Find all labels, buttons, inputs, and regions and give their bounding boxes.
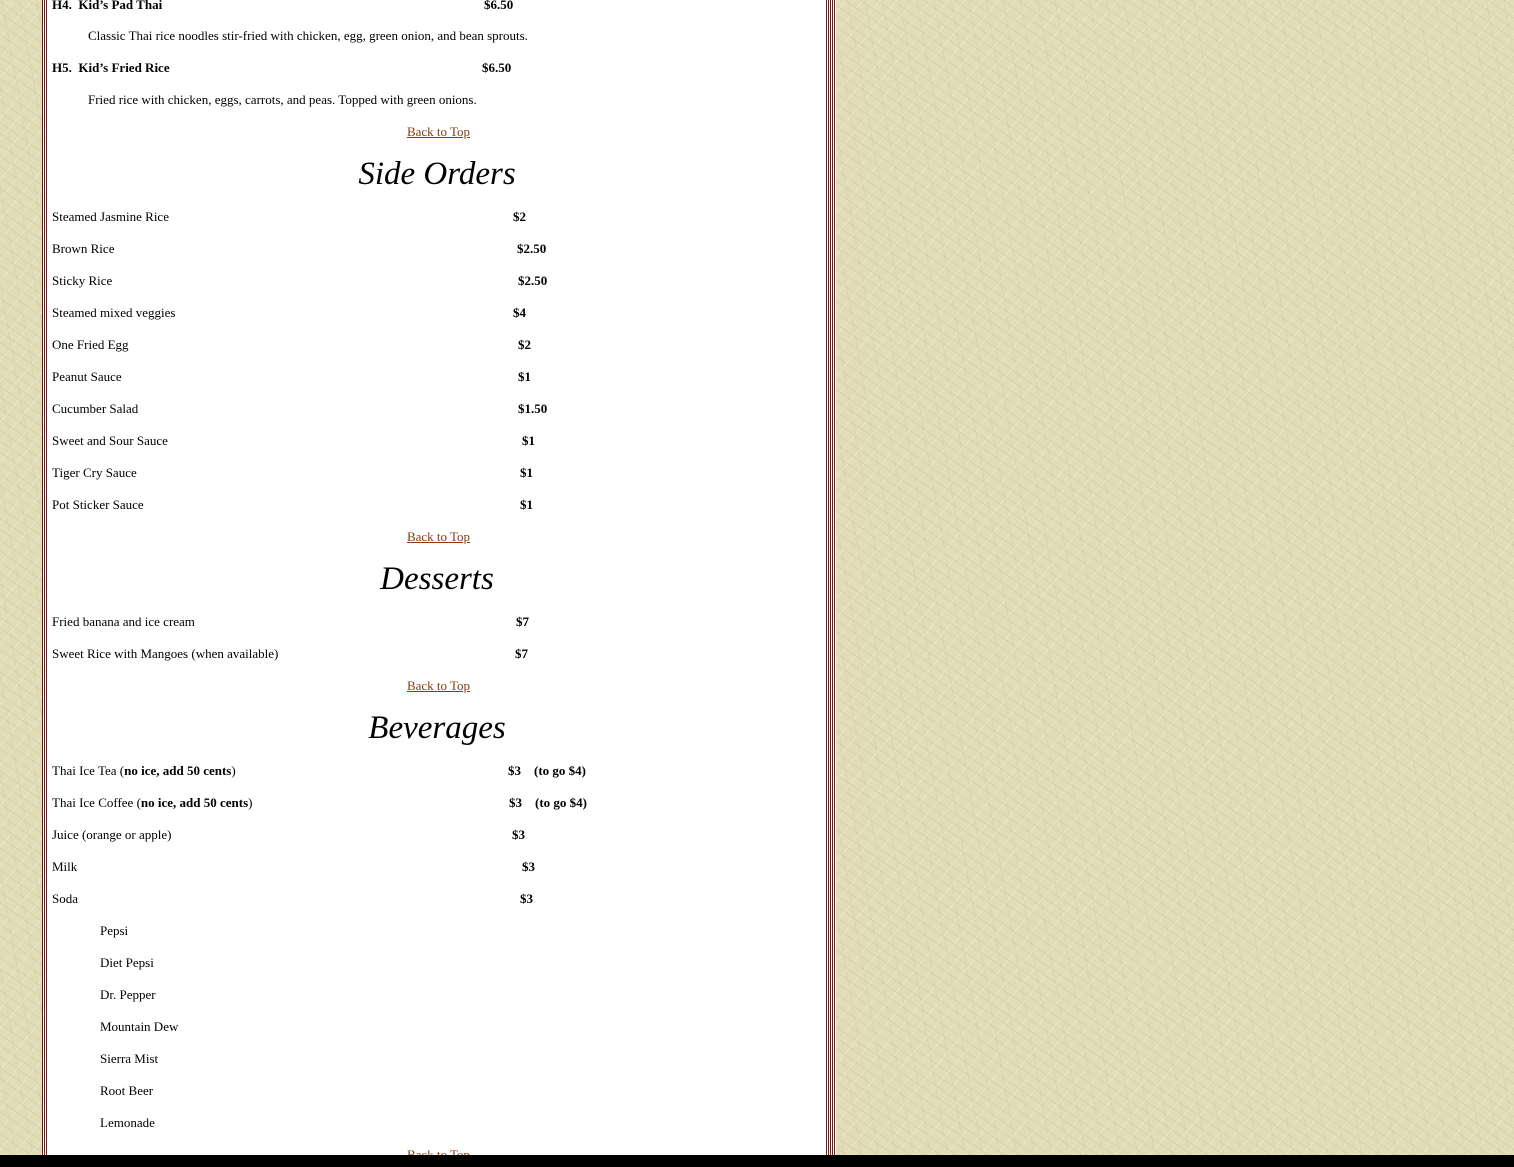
side-item-name: Peanut Sauce (52, 369, 122, 384)
side-item-price: $1 (520, 465, 533, 480)
side-item-name: Brown Rice (52, 241, 115, 256)
side-item-name: Sweet and Sour Sauce (52, 433, 168, 448)
side-item-price: $2.50 (517, 241, 547, 256)
menu-item-price: $6.50 (484, 0, 514, 12)
side-item-name: Sticky Rice (52, 273, 113, 288)
section-heading-desserts: Desserts (380, 561, 494, 597)
menu-item-name: H4. Kid’s Pad Thai (52, 0, 163, 12)
side-item-price: $1 (522, 433, 535, 448)
dessert-item-name: Fried banana and ice cream (52, 614, 195, 629)
section-heading-side-orders: Side Orders (358, 156, 516, 192)
side-item-name: Cucumber Salad (52, 401, 139, 416)
side-item-price: $2 (518, 337, 531, 352)
beverage-item-price: $3 (512, 827, 525, 842)
side-item-price: $1 (520, 497, 533, 512)
dessert-item-name: Sweet Rice with Mangoes (when available) (52, 646, 279, 661)
beverage-item-price: $3 (522, 859, 535, 874)
soda-option: Sierra Mist (100, 1051, 159, 1066)
soda-option: Pepsi (100, 923, 129, 938)
side-item-price: $1 (518, 369, 531, 384)
beverage-item-name: Juice (orange or apple) (52, 827, 172, 842)
soda-option: Root Beer (100, 1083, 154, 1098)
beverage-item-price: $3 (509, 795, 522, 810)
right-page-border (826, 0, 836, 1167)
beverage-note: no ice, add 50 cents (124, 763, 232, 778)
back-to-top-link[interactable]: Back to Top (48, 679, 829, 693)
beverage-item-name: Soda (52, 891, 78, 906)
soda-option: Lemonade (100, 1115, 155, 1130)
back-to-top-link[interactable]: Back to Top (48, 530, 829, 544)
side-item-price: $2 (513, 209, 526, 224)
beverage-togo-price: (to go $4) (534, 763, 586, 778)
section-heading-beverages: Beverages (368, 710, 506, 746)
beverage-item-name: Milk (52, 859, 78, 874)
side-item-price: $1.50 (518, 401, 548, 416)
bottom-bar (0, 1155, 1514, 1167)
menu-item-price: $6.50 (482, 60, 512, 75)
beverage-togo-price: (to go $4) (535, 795, 587, 810)
soda-option: Dr. Pepper (100, 987, 156, 1002)
back-to-top-link[interactable]: Back to Top (48, 125, 829, 139)
soda-option: Diet Pepsi (100, 955, 154, 970)
beverage-item-name: Thai Ice Coffee (no ice, add 50 cents) (52, 795, 253, 810)
menu-content: H4. Kid’s Pad Thai $6.50 Classic Thai ri… (48, 0, 826, 1167)
beverage-note: no ice, add 50 cents (140, 795, 249, 810)
beverage-item-name: Thai Ice Tea (no ice, add 50 cents) (52, 763, 236, 778)
side-item-price: $2.50 (518, 273, 548, 288)
side-item-name: Steamed Jasmine Rice (52, 209, 169, 224)
dessert-item-price: $7 (515, 646, 528, 661)
dessert-item-price: $7 (516, 614, 529, 629)
side-item-name: Steamed mixed veggies (52, 305, 176, 320)
beverage-item-price: $3 (520, 891, 533, 906)
soda-option: Mountain Dew (100, 1019, 179, 1034)
side-item-name: Tiger Cry Sauce (52, 465, 137, 480)
side-item-name: One Fried Egg (52, 337, 129, 352)
menu-item-description: Classic Thai rice noodles stir-fried wit… (88, 28, 528, 43)
menu-item-description: Fried rice with chicken, eggs, carrots, … (88, 92, 477, 107)
side-item-price: $4 (513, 305, 526, 320)
side-item-name: Pot Sticker Sauce (52, 497, 144, 512)
beverage-item-price: $3 (508, 763, 521, 778)
left-background-strip (0, 0, 42, 1167)
menu-item-name: H5. Kid’s Fried Rice (52, 60, 170, 75)
